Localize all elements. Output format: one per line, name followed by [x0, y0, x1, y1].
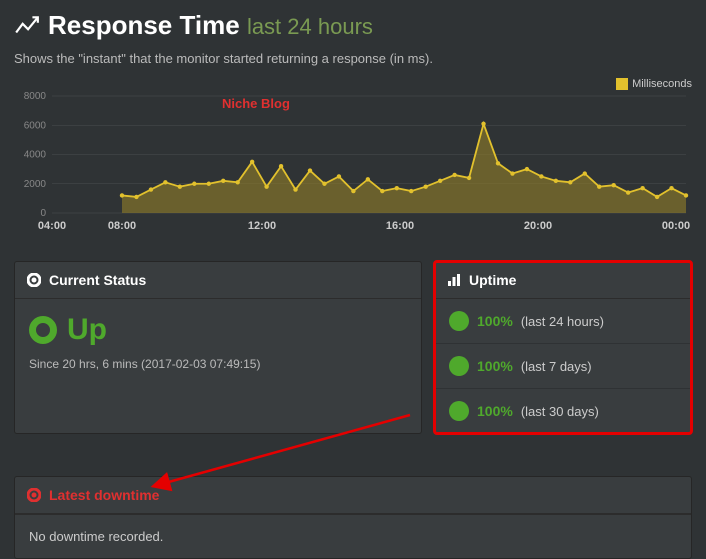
svg-text:20:00: 20:00: [524, 220, 552, 232]
uptime-list: 100% (last 24 hours) 100% (last 7 days) …: [435, 299, 691, 433]
bars-icon: [447, 273, 461, 287]
uptime-heading: Uptime: [469, 272, 516, 288]
svg-text:4000: 4000: [24, 150, 47, 161]
uptime-panel: Uptime 100% (last 24 hours) 100% (last 7…: [434, 261, 692, 434]
status-dot-icon: [27, 273, 41, 287]
uptime-pct: 100%: [477, 358, 513, 374]
page-subtitle: last 24 hours: [247, 14, 373, 39]
uptime-pct: 100%: [477, 313, 513, 329]
downtime-heading: Latest downtime: [49, 487, 159, 503]
page-header: Response Time last 24 hours: [14, 10, 692, 41]
svg-text:0: 0: [40, 208, 46, 219]
svg-text:08:00: 08:00: [108, 220, 136, 232]
status-since: Since 20 hrs, 6 mins (2017-02-03 07:49:1…: [29, 357, 407, 371]
uptime-range: (last 30 days): [521, 404, 599, 419]
chart-legend: Milliseconds: [616, 78, 692, 90]
legend-label: Milliseconds: [632, 78, 692, 90]
page-description: Shows the "instant" that the monitor sta…: [14, 51, 692, 66]
uptime-row: 100% (last 7 days): [435, 343, 691, 388]
status-heading: Current Status: [49, 272, 146, 288]
status-up-icon: [29, 316, 57, 344]
svg-text:2000: 2000: [24, 179, 47, 190]
status-dot-icon: [27, 488, 41, 502]
uptime-range: (last 7 days): [521, 359, 592, 374]
current-status-panel: Current Status Up Since 20 hrs, 6 mins (…: [14, 261, 422, 434]
chart-line-icon: [14, 13, 40, 39]
svg-text:04:00: 04:00: [38, 220, 66, 232]
uptime-row: 100% (last 30 days): [435, 388, 691, 433]
status-state: Up: [67, 313, 107, 347]
seal-icon: [449, 311, 469, 331]
uptime-pct: 100%: [477, 403, 513, 419]
seal-icon: [449, 356, 469, 376]
svg-text:00:00: 00:00: [662, 220, 690, 232]
svg-text:8000: 8000: [24, 91, 47, 102]
downtime-body: No downtime recorded.: [15, 514, 691, 558]
uptime-range: (last 24 hours): [521, 314, 604, 329]
latest-downtime-panel: Latest downtime No downtime recorded.: [14, 476, 692, 559]
seal-icon: [449, 401, 469, 421]
uptime-row: 100% (last 24 hours): [435, 299, 691, 343]
legend-swatch: [616, 78, 628, 90]
svg-text:6000: 6000: [24, 120, 47, 131]
page-title: Response Time last 24 hours: [48, 10, 373, 41]
svg-text:12:00: 12:00: [248, 220, 276, 232]
svg-text:16:00: 16:00: [386, 220, 414, 232]
response-time-chart[interactable]: Milliseconds Niche Blog 0200040006000800…: [14, 78, 692, 253]
chart-canvas: 0 2000 4000 6000 8000 04:00 08:00 12:00 16:00 20:…: [14, 78, 692, 233]
